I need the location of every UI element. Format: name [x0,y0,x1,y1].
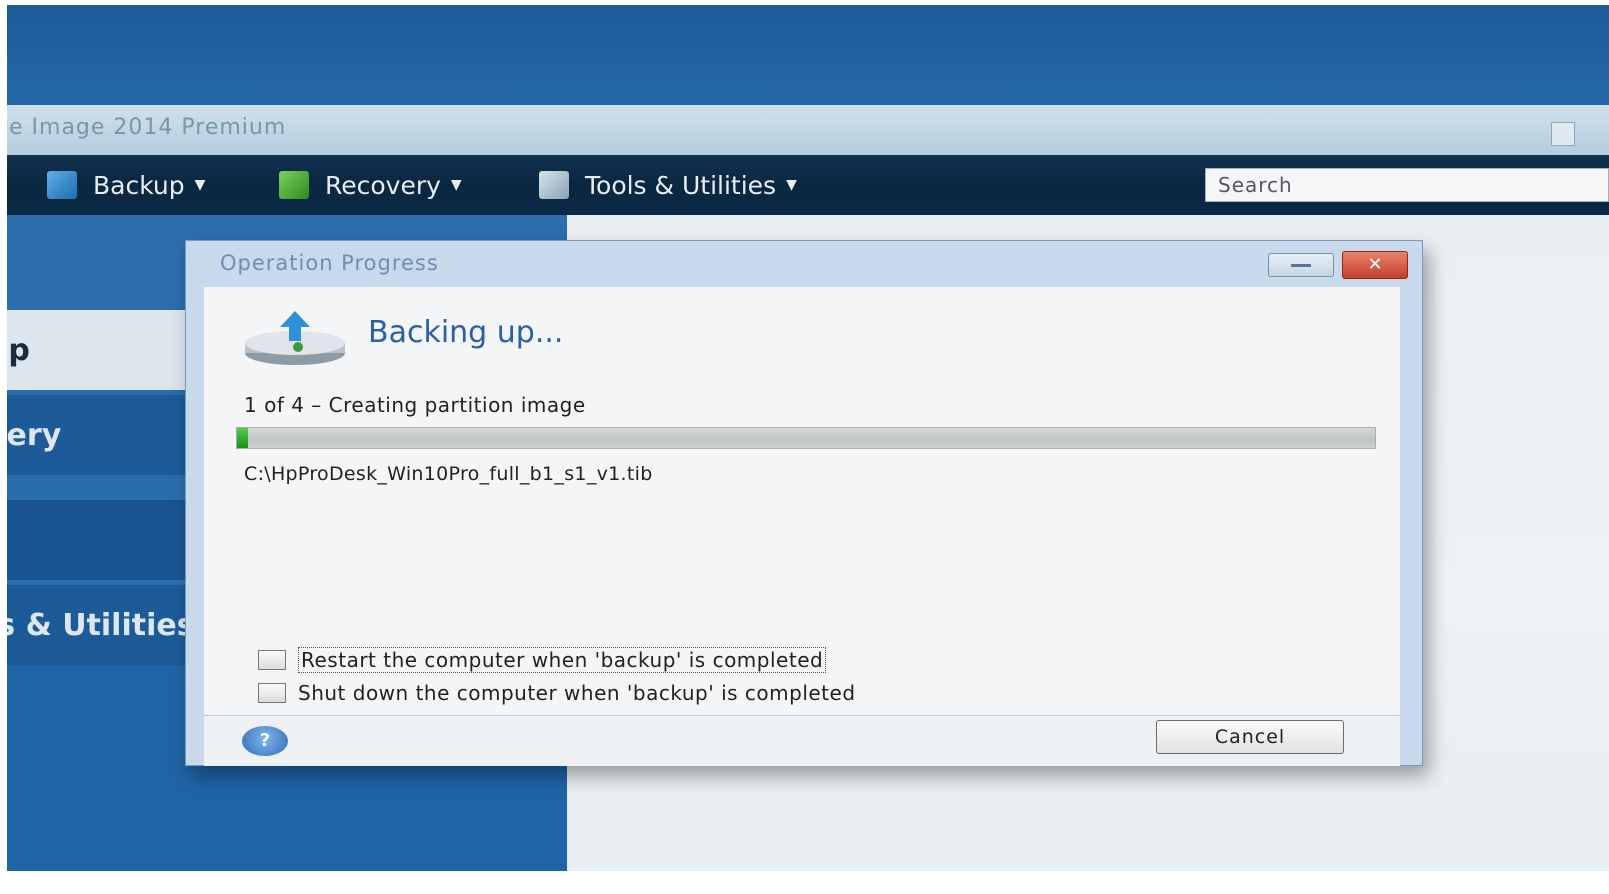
dialog-body: Backing up... 1 of 4 – Creating partitio… [204,287,1400,715]
main-menu-bar: Backup ▼ Recovery ▼ Tools & Utilities ▼ [7,155,1609,215]
shutdown-option[interactable]: Shut down the computer when 'backup' is … [258,681,856,705]
backup-icon [47,171,77,199]
restart-option[interactable]: Restart the computer when 'backup' is co… [258,647,827,673]
backup-drive-icon [245,311,345,365]
menu-tools-utilities[interactable]: Tools & Utilities ▼ [539,165,797,205]
step-status-text: 1 of 4 – Creating partition image [244,393,586,417]
restart-checkbox[interactable] [258,650,286,670]
dialog-title: Operation Progress [220,251,439,275]
shutdown-checkbox-label: Shut down the computer when 'backup' is … [298,681,856,705]
close-button[interactable]: ✕ [1342,251,1408,279]
menu-backup-label: Backup [93,170,185,200]
app-title-bar: e Image 2014 Premium [7,105,1609,155]
minimize-button[interactable] [1268,253,1334,277]
chevron-down-icon: ▼ [194,177,206,193]
restart-checkbox-label: Restart the computer when 'backup' is co… [298,647,827,673]
close-icon: ✕ [1367,254,1383,275]
backup-file-path: C:\HpProDesk_Win10Pro_full_b1_s1_v1.tib [244,463,653,485]
search-input[interactable] [1205,168,1609,202]
chevron-down-icon: ▼ [786,177,797,193]
menu-backup[interactable]: Backup ▼ [47,165,205,205]
menu-recovery[interactable]: Recovery ▼ [279,165,462,205]
desktop-screen: e Image 2014 Premium Backup ▼ Recovery ▼… [7,5,1609,871]
shutdown-checkbox[interactable] [258,683,286,703]
operation-progress-dialog: Operation Progress ✕ Backing up... 1 of … [185,240,1423,766]
sidebar-item-label: up [7,332,30,368]
sidebar-item-label: very [7,417,62,453]
operation-heading: Backing up... [368,315,564,350]
chevron-down-icon: ▼ [450,177,462,193]
recovery-icon [279,171,309,199]
help-icon[interactable]: ? [242,726,288,756]
cancel-button[interactable]: Cancel [1156,720,1344,754]
window-control-button[interactable] [1551,122,1575,146]
app-title: e Image 2014 Premium [9,115,287,140]
progress-bar [236,427,1376,449]
sidebar-item-label: ls & Utilities [7,607,195,643]
dialog-footer: ? Cancel [204,715,1400,766]
tools-icon [539,171,569,199]
menu-recovery-label: Recovery [325,170,441,200]
progress-bar-fill [237,428,249,448]
menu-tools-label: Tools & Utilities [585,170,777,200]
